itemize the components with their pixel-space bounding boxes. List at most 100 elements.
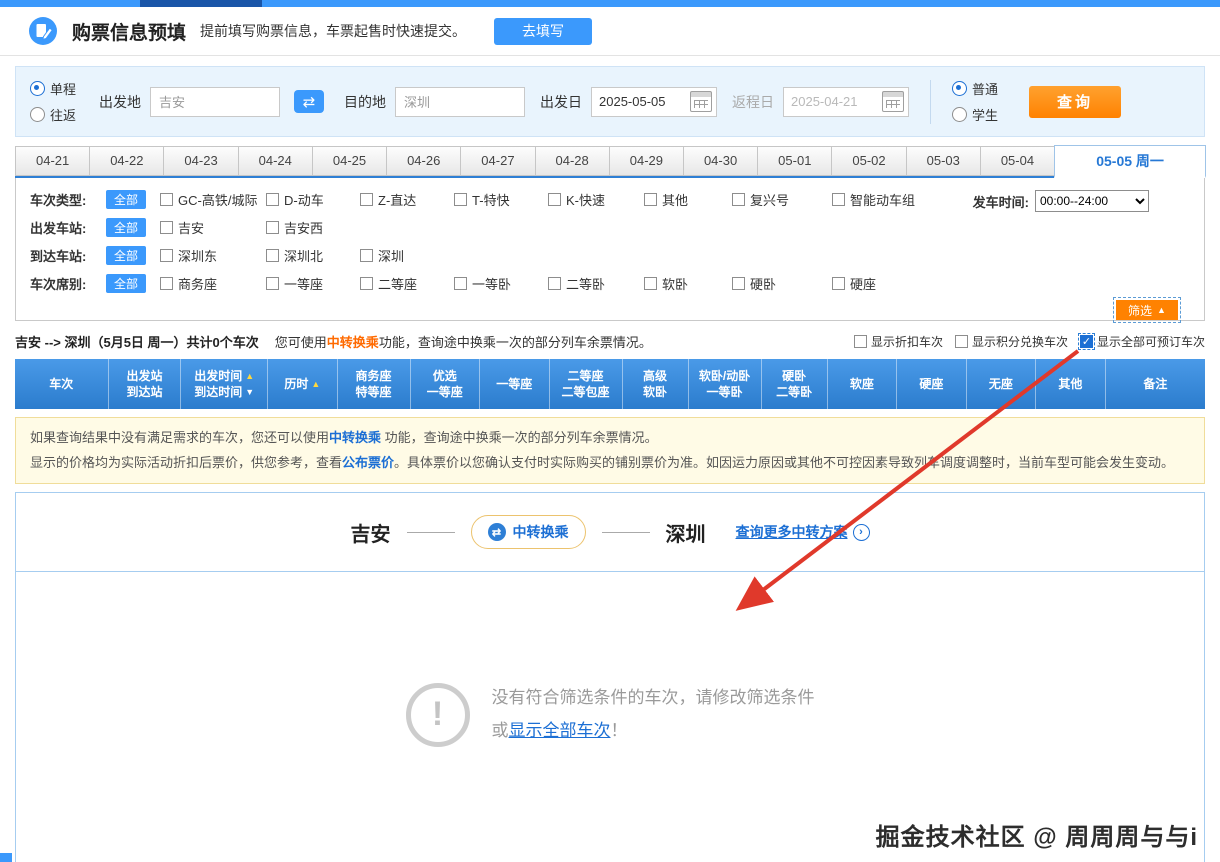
radio-icon [30, 107, 45, 122]
filter-option-checkbox[interactable]: 智能动车组 [832, 190, 962, 209]
column-header[interactable]: 一等座 [480, 359, 550, 409]
inline-link[interactable]: 中转换乘 [329, 430, 381, 445]
filter-option-checkbox[interactable]: 深圳 [360, 246, 454, 265]
notice-line: 如果查询结果中没有满足需求的车次，您还可以使用中转换乘 功能，查询途中换乘一次的… [30, 426, 1190, 451]
date-tab[interactable]: 04-29 [609, 146, 684, 176]
date-tab[interactable]: 04-25 [312, 146, 387, 176]
column-header[interactable]: 软座 [828, 359, 898, 409]
display-toggle[interactable]: ✓显示全部可预订车次 [1080, 333, 1205, 350]
column-header[interactable]: 二等座二等包座 [550, 359, 623, 409]
column-header[interactable]: 车次 [15, 359, 109, 409]
query-button[interactable]: 查询 [1029, 86, 1121, 118]
watermark: 掘金技术社区 @ 周周周与与i [876, 817, 1198, 852]
inline-link[interactable]: 公布票价 [342, 455, 394, 470]
transfer-tip: 您可使用中转换乘功能，查询途中换乘一次的部分列车余票情况。 [275, 332, 652, 351]
sort-arrow-icon: ▼ [245, 388, 254, 397]
depart-time-select[interactable]: 00:00--24:00 [1035, 190, 1149, 212]
display-toggle[interactable]: 显示折扣车次 [854, 333, 943, 350]
filter-option-checkbox[interactable]: K-快速 [548, 190, 644, 209]
date-tab[interactable]: 04-30 [683, 146, 758, 176]
date-tab[interactable]: 04-27 [460, 146, 535, 176]
filter-option-checkbox[interactable]: 硬座 [832, 274, 962, 293]
filter-option-checkbox[interactable]: 吉安西 [266, 218, 360, 237]
filter-option-checkbox[interactable]: 二等座 [360, 274, 454, 293]
column-header[interactable]: 高级软卧 [623, 359, 689, 409]
filter-collapse-button[interactable]: 筛选 ▲ [1116, 300, 1178, 320]
filter-option-checkbox[interactable]: 一等卧 [454, 274, 548, 293]
column-header[interactable]: 无座 [967, 359, 1037, 409]
date-tab[interactable]: 04-26 [386, 146, 461, 176]
filter-all-badge[interactable]: 全部 [106, 274, 146, 293]
transfer-row: 吉安 ⇄ 中转换乘 深圳 查询更多中转方案 › [16, 493, 1204, 572]
filter-option-checkbox[interactable]: 一等座 [266, 274, 360, 293]
student-passenger-radio[interactable]: 学生 [952, 105, 1006, 124]
column-header[interactable]: 备注 [1106, 359, 1205, 409]
notice-box: 如果查询结果中没有满足需求的车次，您还可以使用中转换乘 功能，查询途中换乘一次的… [15, 417, 1205, 484]
checkbox-icon [548, 277, 561, 290]
filter-option-checkbox[interactable]: 吉安 [160, 218, 266, 237]
date-tab[interactable]: 04-22 [89, 146, 164, 176]
column-header[interactable]: 优选一等座 [411, 359, 481, 409]
column-header[interactable]: 硬卧二等卧 [762, 359, 828, 409]
checkbox-icon [832, 277, 845, 290]
filter-option-checkbox[interactable]: GC-高铁/城际 [160, 190, 266, 209]
filter-option-checkbox[interactable]: 商务座 [160, 274, 266, 293]
date-tab[interactable]: 05-03 [906, 146, 981, 176]
date-tab[interactable]: 04-23 [163, 146, 238, 176]
filter-all-badge[interactable]: 全部 [106, 218, 146, 237]
show-all-trains-link[interactable]: 显示全部车次 [509, 721, 611, 740]
filter-option-checkbox[interactable]: 软卧 [644, 274, 732, 293]
more-transfer-link[interactable]: 查询更多中转方案 › [736, 522, 870, 542]
radio-icon [952, 81, 967, 96]
calendar-icon[interactable] [882, 91, 904, 112]
filter-option-checkbox[interactable]: 二等卧 [548, 274, 644, 293]
date-tab[interactable]: 05-02 [831, 146, 906, 176]
filter-option-checkbox[interactable]: 深圳北 [266, 246, 360, 265]
display-toggles: 显示折扣车次显示积分兑换车次 ✓显示全部可预订车次 [854, 333, 1205, 350]
column-header[interactable]: 出发站到达站 [109, 359, 182, 409]
transfer-button[interactable]: ⇄ 中转换乘 [471, 515, 586, 549]
more-transfer-label: 查询更多中转方案 [736, 522, 848, 542]
depart-date-input[interactable] [592, 90, 690, 114]
column-header[interactable]: 其他 [1036, 359, 1106, 409]
date-tab-active[interactable]: 05-05 周一 [1054, 145, 1206, 178]
filter-option-checkbox[interactable]: T-特快 [454, 190, 548, 209]
checkbox-icon [732, 193, 745, 206]
filter-all-badge[interactable]: 全部 [106, 190, 146, 209]
filter-label: 车次类型: [30, 190, 106, 209]
column-header[interactable]: 出发时间▲到达时间▼ [181, 359, 268, 409]
filter-option-checkbox[interactable]: 复兴号 [732, 190, 832, 209]
filter-all-badge[interactable]: 全部 [106, 246, 146, 265]
date-tab[interactable]: 05-01 [757, 146, 832, 176]
normal-label: 普通 [972, 79, 998, 98]
display-toggle[interactable]: 显示积分兑换车次 [955, 333, 1068, 350]
checkbox-icon [160, 277, 173, 290]
date-tab[interactable]: 04-21 [15, 146, 90, 176]
to-city-input[interactable] [395, 87, 525, 117]
filter-option-checkbox[interactable]: 其他 [644, 190, 732, 209]
checkbox-icon [160, 193, 173, 206]
sort-arrow-icon: ▲ [245, 372, 254, 381]
round-trip-radio[interactable]: 往返 [30, 105, 84, 124]
column-header[interactable]: 历时▲ [268, 359, 338, 409]
date-tab[interactable]: 04-24 [238, 146, 313, 176]
date-tab[interactable]: 05-04 [980, 146, 1055, 176]
one-way-radio[interactable]: 单程 [30, 79, 84, 98]
caret-up-icon: ▲ [1157, 305, 1166, 315]
calendar-icon[interactable] [690, 91, 712, 112]
filter-option-checkbox[interactable]: 硬卧 [732, 274, 832, 293]
filter-option-checkbox[interactable]: 深圳东 [160, 246, 266, 265]
swap-cities-icon[interactable]: ⇄ [294, 90, 324, 113]
column-header[interactable]: 软卧/动卧一等卧 [689, 359, 762, 409]
filter-label: 出发车站: [30, 218, 106, 237]
column-header[interactable]: 硬座 [897, 359, 967, 409]
return-date-input[interactable] [784, 90, 882, 114]
filter-option-checkbox[interactable]: D-动车 [266, 190, 360, 209]
date-tab[interactable]: 04-28 [535, 146, 610, 176]
filter-option-checkbox[interactable]: Z-直达 [360, 190, 454, 209]
from-city-input[interactable] [150, 87, 280, 117]
route-summary: 吉安 --> 深圳（5月5日 周一）共计0个车次 [15, 332, 259, 351]
go-fill-button[interactable]: 去填写 [494, 18, 592, 45]
normal-passenger-radio[interactable]: 普通 [952, 79, 1006, 98]
column-header[interactable]: 商务座特等座 [338, 359, 411, 409]
